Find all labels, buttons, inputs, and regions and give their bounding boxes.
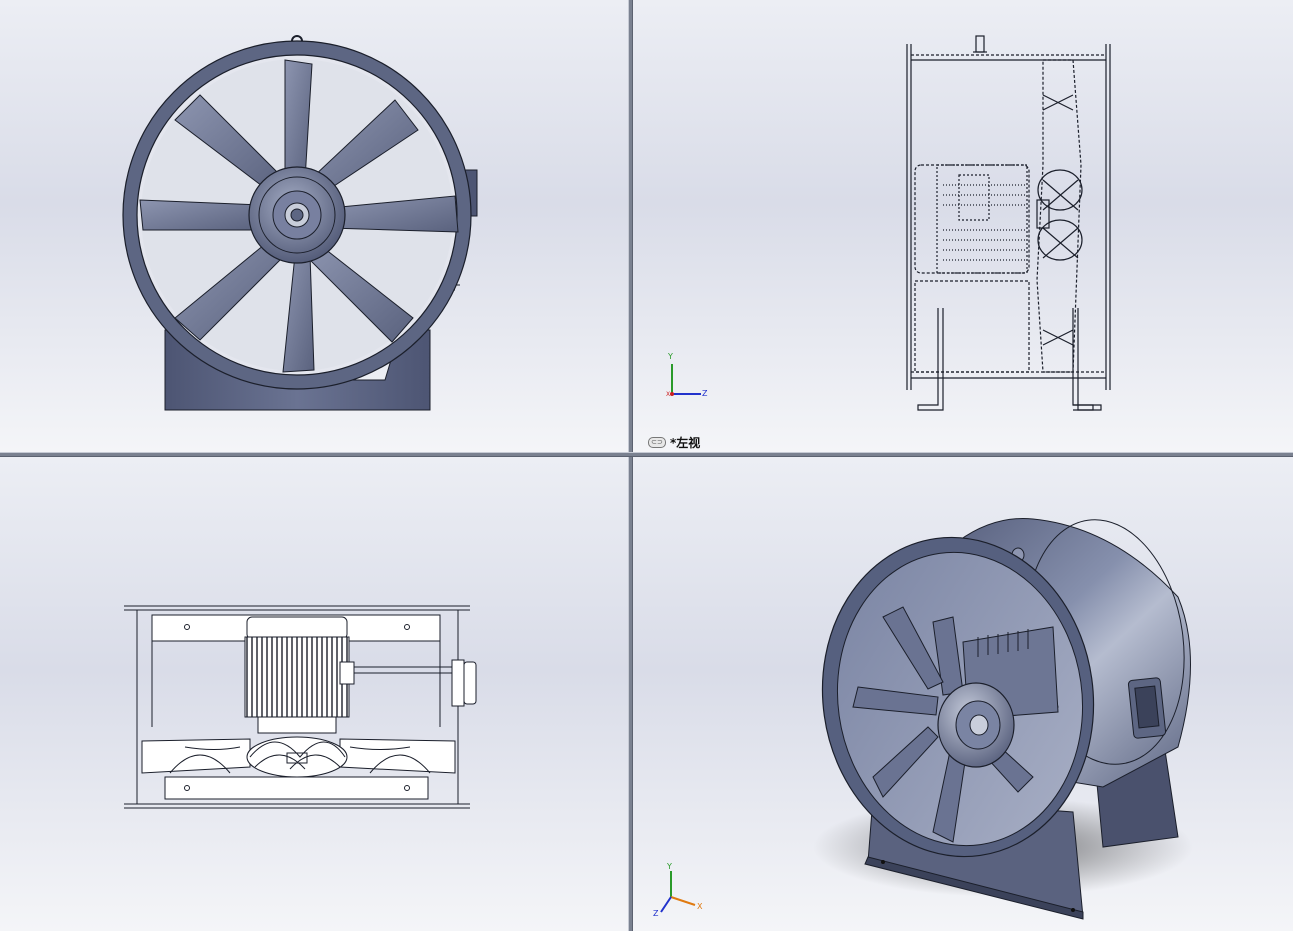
triad-x-label: X (666, 391, 671, 398)
iso-triad-y-label: Y (667, 862, 672, 871)
coordinate-triad (670, 364, 701, 396)
chain-link-icon: ⊂⊃ (648, 437, 666, 448)
iso-triad-z-label: Z (653, 909, 659, 918)
view-name: *左视 (670, 436, 701, 450)
viewport-front[interactable] (0, 0, 628, 452)
iso-triad-x-label: X (697, 902, 703, 911)
top-view-drawing (124, 605, 477, 809)
viewport-left[interactable]: Y Z X ⊂⊃ *左视 (633, 0, 1293, 452)
view-orientation-label[interactable]: ⊂⊃ *左视 (648, 434, 700, 451)
viewport-top[interactable] (0, 457, 628, 931)
front-view-model (122, 35, 478, 411)
isometric-view-model (660, 517, 1193, 920)
triad-z-label: Z (702, 389, 708, 398)
viewport-isometric[interactable]: Y X Z (633, 457, 1293, 931)
triad-y-label: Y (668, 352, 673, 361)
left-view-drawing (670, 35, 1111, 411)
coordinate-triad-iso (660, 871, 696, 913)
